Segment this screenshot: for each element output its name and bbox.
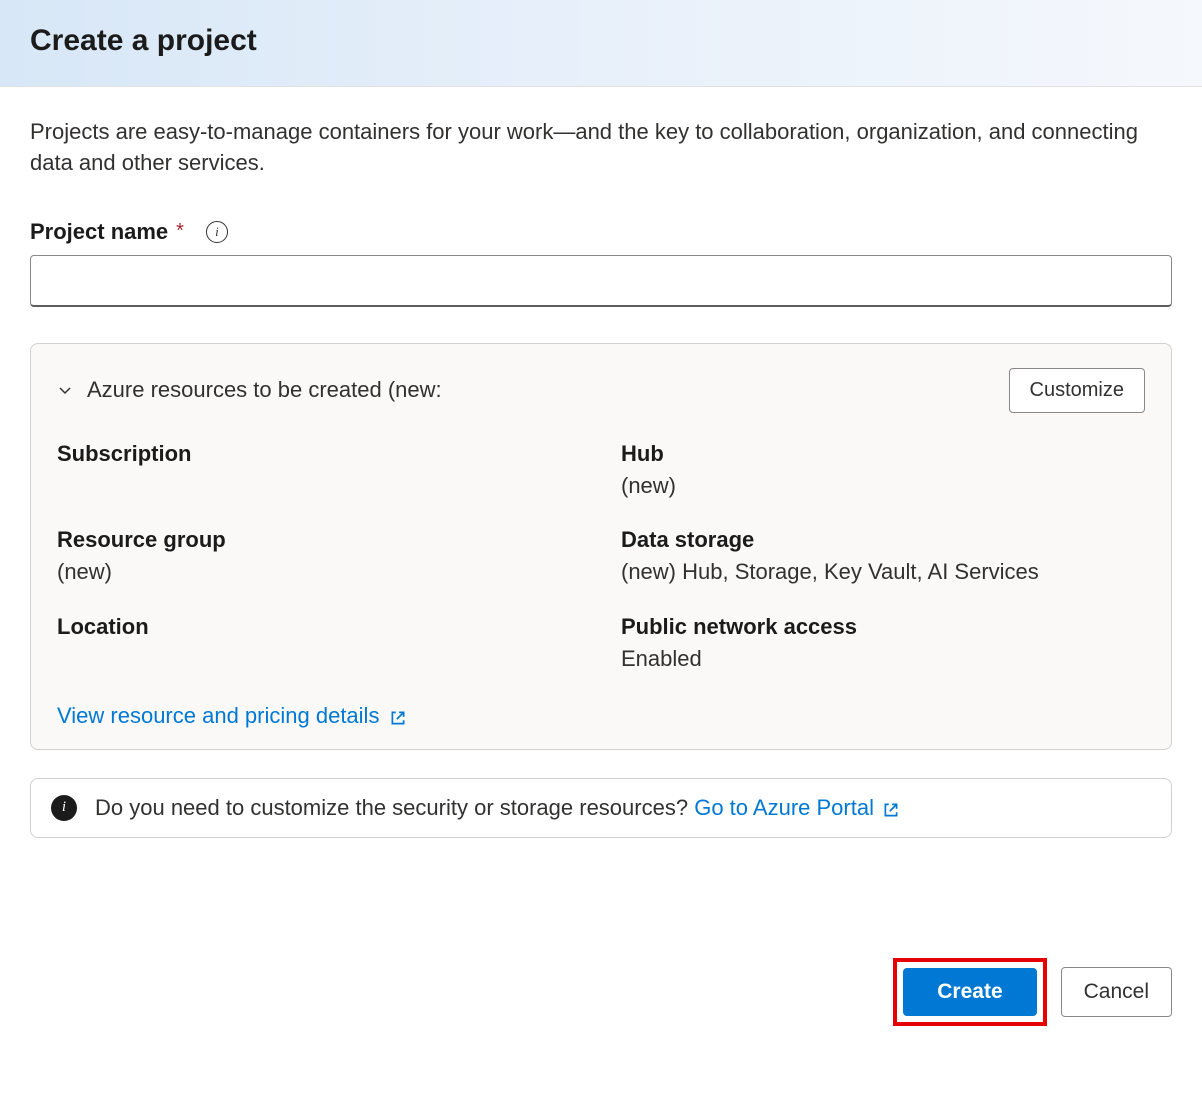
required-asterisk: * (176, 220, 184, 243)
project-name-input[interactable] (30, 255, 1172, 307)
banner-link-text: Go to Azure Portal (694, 795, 874, 821)
resources-header: Azure resources to be created (new: Cust… (57, 368, 1145, 413)
project-name-label: Project name (30, 219, 168, 245)
resource-label: Location (57, 614, 581, 640)
resource-value: (new) Hub, Storage, Key Vault, AI Servic… (621, 557, 1145, 588)
info-icon[interactable]: i (206, 221, 228, 243)
resource-data-storage: Data storage (new) Hub, Storage, Key Vau… (621, 527, 1145, 588)
resource-value: (new) (621, 471, 1145, 502)
resource-group: Resource group (new) (57, 527, 581, 588)
dialog-header: Create a project (0, 0, 1202, 87)
external-link-icon (882, 799, 900, 817)
resources-toggle[interactable]: Azure resources to be created (new: (57, 377, 442, 403)
info-badge-icon: i (51, 795, 77, 821)
dialog-title: Create a project (30, 24, 1172, 58)
dialog-footer: Create Cancel (0, 958, 1202, 1056)
resource-value: (new) (57, 557, 581, 588)
highlight-annotation: Create (893, 958, 1046, 1026)
resource-label: Hub (621, 441, 1145, 467)
resource-network: Public network access Enabled (621, 614, 1145, 675)
info-banner: i Do you need to customize the security … (30, 778, 1172, 838)
resource-value: Enabled (621, 644, 1145, 675)
chevron-down-icon (57, 382, 73, 398)
resource-location: Location (57, 614, 581, 675)
project-name-label-row: Project name * i (30, 219, 1172, 245)
external-link-icon (389, 707, 407, 725)
resources-title: Azure resources to be created (new: (87, 377, 442, 403)
resource-subscription: Subscription (57, 441, 581, 502)
customize-button[interactable]: Customize (1009, 368, 1145, 413)
intro-text: Projects are easy-to-manage containers f… (30, 117, 1172, 179)
resource-hub: Hub (new) (621, 441, 1145, 502)
pricing-link-text: View resource and pricing details (57, 703, 379, 729)
resources-grid: Subscription Hub (new) Resource group (n… (57, 441, 1145, 675)
resource-label: Resource group (57, 527, 581, 553)
resource-label: Public network access (621, 614, 1145, 640)
azure-portal-link[interactable]: Go to Azure Portal (694, 795, 900, 821)
cancel-button[interactable]: Cancel (1061, 967, 1172, 1017)
banner-message: Do you need to customize the security or… (95, 795, 694, 820)
resources-panel: Azure resources to be created (new: Cust… (30, 343, 1172, 750)
pricing-link[interactable]: View resource and pricing details (57, 703, 407, 729)
banner-text: Do you need to customize the security or… (95, 795, 900, 821)
create-button[interactable]: Create (903, 968, 1036, 1016)
resource-label: Data storage (621, 527, 1145, 553)
resource-label: Subscription (57, 441, 581, 467)
dialog-content: Projects are easy-to-manage containers f… (0, 87, 1202, 838)
